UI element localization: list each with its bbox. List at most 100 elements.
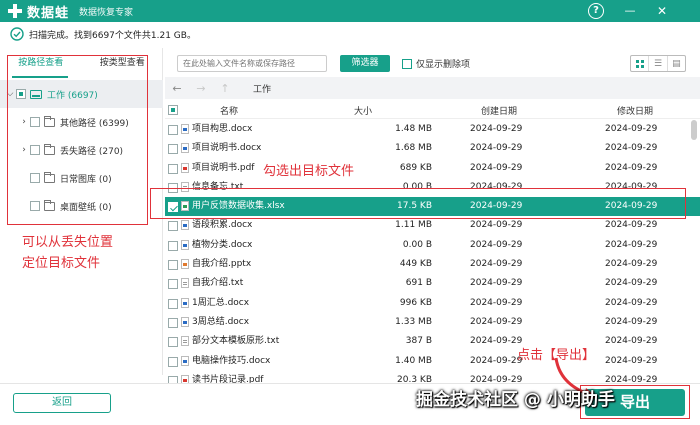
file-created: 2024-09-29	[470, 374, 523, 383]
file-row[interactable]: 1周汇总.docx 996 KB 2024-09-29 2024-09-29	[165, 294, 700, 313]
forward-arrow-icon[interactable]: →	[189, 82, 213, 95]
file-created: 2024-09-29	[470, 278, 523, 289]
back-arrow-icon[interactable]: ←	[165, 82, 189, 95]
scan-status-text: 扫描完成。找到6697个文件共1.21 GB。	[29, 30, 196, 41]
list-view-button[interactable]: ☰	[649, 56, 668, 71]
file-name: 自我介绍.txt	[192, 278, 244, 289]
file-created: 2024-09-29	[470, 316, 523, 327]
file-created: 2024-09-29	[470, 259, 523, 270]
docx-file-icon	[181, 316, 189, 327]
up-arrow-icon[interactable]: ↑	[213, 82, 237, 95]
file-row[interactable]: 自我介绍.pptx 449 KB 2024-09-29 2024-09-29	[165, 255, 700, 274]
file-name: 读书片段记录.pdf	[192, 374, 264, 383]
file-checkbox[interactable]	[168, 221, 178, 232]
search-input[interactable]	[177, 55, 327, 72]
detail-icon: ▤	[672, 58, 681, 69]
grid-view-button[interactable]	[631, 56, 650, 71]
grid-icon	[635, 59, 644, 68]
list-icon: ☰	[653, 58, 663, 69]
file-checkbox[interactable]	[168, 163, 178, 174]
file-created: 2024-09-29	[470, 220, 523, 231]
file-name: 项目说明书.pdf	[192, 162, 255, 173]
file-modified: 2024-09-29	[605, 143, 658, 154]
file-list: 项目构思.docx 1.48 MB 2024-09-29 2024-09-29 项目说明…	[165, 120, 700, 383]
docx-file-icon	[181, 355, 189, 366]
filter-button[interactable]: 筛选器	[340, 55, 390, 72]
help-button[interactable]: ?	[588, 3, 604, 19]
scrollbar[interactable]	[690, 120, 698, 375]
title-bar: 数据蛙 数据恢复专家 ? — ✕	[0, 0, 700, 22]
file-row[interactable]: 3周总结.docx 1.33 MB 2024-09-29 2024-09-29	[165, 313, 700, 332]
pptx-file-icon	[181, 259, 189, 270]
scroll-thumb[interactable]	[691, 120, 697, 140]
annotation-text-tree-line2: 定位目标文件	[22, 256, 101, 271]
annotation-box-tree	[7, 55, 148, 225]
file-checkbox[interactable]	[168, 260, 178, 271]
file-name: 项目说明书.docx	[192, 143, 262, 154]
file-modified: 2024-09-29	[605, 374, 658, 383]
file-size: 0.00 B	[402, 239, 432, 250]
file-name: 电脑操作技巧.docx	[192, 355, 271, 366]
file-checkbox[interactable]	[168, 356, 178, 367]
detail-view-button[interactable]: ▤	[668, 56, 685, 71]
close-button[interactable]: ✕	[654, 3, 670, 19]
deleted-only-label: 仅显示删除项	[416, 60, 471, 70]
txt-file-icon	[181, 336, 189, 347]
column-size[interactable]: 大小	[354, 104, 372, 117]
file-modified: 2024-09-29	[605, 239, 658, 250]
file-size: 1.11 MB	[395, 220, 432, 231]
file-row[interactable]: 项目说明书.docx 1.68 MB 2024-09-29 2024-09-29	[165, 139, 700, 158]
file-row[interactable]: 项目说明书.pdf 689 KB 2024-09-29 2024-09-29	[165, 159, 700, 178]
check-circle-icon	[10, 27, 24, 41]
file-created: 2024-09-29	[470, 336, 523, 347]
file-checkbox[interactable]	[168, 337, 178, 348]
file-created: 2024-09-29	[470, 124, 523, 134]
file-name: 语段积累.docx	[192, 220, 253, 231]
file-name: 1周汇总.docx	[192, 297, 250, 308]
deleted-only-checkbox[interactable]	[402, 58, 412, 69]
column-created[interactable]: 创建日期	[481, 104, 517, 117]
file-row[interactable]: 项目构思.docx 1.48 MB 2024-09-29 2024-09-29	[165, 120, 700, 139]
file-size: 20.3 KB	[397, 374, 432, 383]
file-name: 项目构思.docx	[192, 124, 253, 134]
select-all-checkbox[interactable]	[168, 105, 178, 115]
file-checkbox[interactable]	[168, 240, 178, 251]
file-modified: 2024-09-29	[605, 316, 658, 327]
file-checkbox[interactable]	[168, 298, 178, 309]
file-row[interactable]: 自我介绍.txt 691 B 2024-09-29 2024-09-29	[165, 274, 700, 293]
file-size: 449 KB	[399, 259, 432, 270]
column-name[interactable]: 名称	[220, 104, 238, 117]
deleted-only-toggle[interactable]: 仅显示删除项	[402, 57, 470, 70]
view-mode-group: ☰ ▤	[630, 55, 686, 72]
file-created: 2024-09-29	[470, 297, 523, 308]
file-checkbox[interactable]	[168, 125, 178, 135]
file-row[interactable]: 电脑操作技巧.docx 1.40 MB 2024-09-29 2024-09-29	[165, 352, 700, 371]
file-size: 1.40 MB	[395, 355, 432, 366]
app-logo: 数据蛙 数据恢复专家	[6, 2, 133, 21]
annotation-text-tree: 可以从丢失位置 定位目标文件	[22, 232, 113, 274]
file-size: 1.48 MB	[395, 124, 432, 134]
back-button[interactable]: 返回	[13, 393, 111, 413]
file-checkbox[interactable]	[168, 317, 178, 328]
app-name: 数据蛙	[27, 5, 70, 21]
minimize-button[interactable]: —	[622, 3, 638, 19]
file-checkbox[interactable]	[168, 144, 178, 155]
file-row[interactable]: 语段积累.docx 1.11 MB 2024-09-29 2024-09-29	[165, 216, 700, 235]
annotation-text-tree-line1: 可以从丢失位置	[22, 235, 114, 250]
file-created: 2024-09-29	[470, 162, 523, 173]
file-checkbox[interactable]	[168, 279, 178, 290]
current-path: 工作	[253, 84, 272, 95]
file-row[interactable]: 部分文本模板原形.txt 387 B 2024-09-29 2024-09-29	[165, 332, 700, 351]
file-row[interactable]: 读书片段记录.pdf 20.3 KB 2024-09-29 2024-09-29	[165, 371, 700, 383]
file-modified: 2024-09-29	[605, 259, 658, 270]
file-modified: 2024-09-29	[605, 278, 658, 289]
txt-file-icon	[181, 278, 189, 289]
docx-file-icon	[181, 143, 189, 154]
file-row[interactable]: 植物分类.docx 0.00 B 2024-09-29 2024-09-29	[165, 236, 700, 255]
file-size: 1.33 MB	[395, 316, 432, 327]
path-bar: ← → ↑ 工作	[165, 77, 700, 99]
watermark: 掘金技术社区 @ 小明助手	[416, 390, 615, 410]
column-modified[interactable]: 修改日期	[617, 104, 653, 117]
docx-file-icon	[181, 297, 189, 308]
file-checkbox[interactable]	[168, 375, 178, 383]
